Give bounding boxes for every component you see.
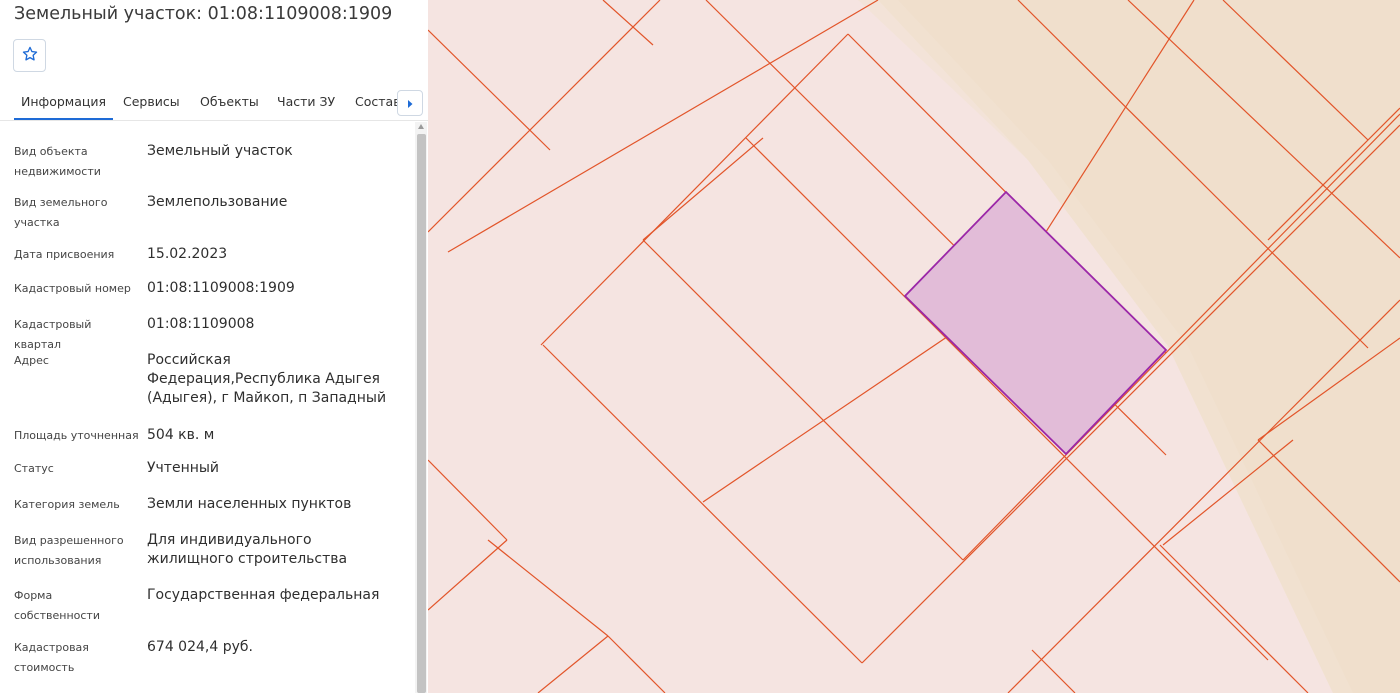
info-value: Земельный участок bbox=[147, 143, 293, 159]
info-value: 01:08:1109008 bbox=[147, 316, 255, 332]
tab-composition[interactable]: Состав bbox=[355, 84, 401, 120]
info-value: 15.02.2023 bbox=[147, 246, 228, 262]
info-label: Кадастровый номер bbox=[14, 282, 131, 295]
info-label: Форма собственности bbox=[14, 589, 100, 622]
tab-objects[interactable]: Объекты bbox=[200, 84, 259, 120]
info-label: Площадь уточненная bbox=[14, 429, 139, 442]
scrollbar-thumb[interactable] bbox=[417, 134, 426, 693]
favorite-button[interactable] bbox=[13, 39, 46, 72]
info-label: Адрес bbox=[14, 354, 49, 367]
cadastral-map[interactable] bbox=[428, 0, 1400, 693]
info-label: Кадастровый квартал bbox=[14, 318, 92, 351]
info-label: Вид разрешенного использования bbox=[14, 534, 124, 567]
info-label: Вид объекта недвижимости bbox=[14, 145, 101, 178]
info-label: Вид земельного участка bbox=[14, 196, 108, 229]
info-value: 674 024,4 руб. bbox=[147, 639, 253, 655]
tab-parts[interactable]: Части ЗУ bbox=[277, 84, 335, 120]
info-panel: Земельный участок: 01:08:1109008:1909 Ин… bbox=[0, 0, 429, 693]
info-value: Для индивидуального жилищного строительс… bbox=[147, 532, 348, 567]
map-canvas[interactable] bbox=[428, 0, 1400, 693]
star-outline-icon bbox=[21, 45, 39, 67]
tabs-next-button[interactable] bbox=[397, 90, 423, 116]
info-value: 504 кв. м bbox=[147, 427, 215, 443]
scroll-up-arrow-icon[interactable] bbox=[418, 124, 424, 129]
tab-bar: Информация Сервисы Объекты Части ЗУ Сост… bbox=[0, 84, 428, 121]
info-label: Кадастровая стоимость bbox=[14, 641, 89, 674]
tab-services[interactable]: Сервисы bbox=[123, 84, 180, 120]
info-value: 01:08:1109008:1909 bbox=[147, 280, 295, 296]
info-label: Дата присвоения bbox=[14, 248, 115, 261]
tab-information[interactable]: Информация bbox=[13, 84, 114, 120]
info-value: Земли населенных пунктов bbox=[147, 496, 352, 512]
info-value: Учтенный bbox=[147, 460, 220, 476]
page-title: Земельный участок: 01:08:1109008:1909 bbox=[14, 4, 393, 24]
caret-right-icon bbox=[406, 94, 414, 113]
info-value: Российская Федерация,Республика Адыгея (… bbox=[147, 352, 387, 406]
info-value: Государственная федеральная bbox=[147, 587, 380, 603]
info-value: Землепользование bbox=[147, 194, 288, 210]
info-label: Категория земель bbox=[14, 498, 120, 511]
info-label: Статус bbox=[14, 462, 54, 475]
